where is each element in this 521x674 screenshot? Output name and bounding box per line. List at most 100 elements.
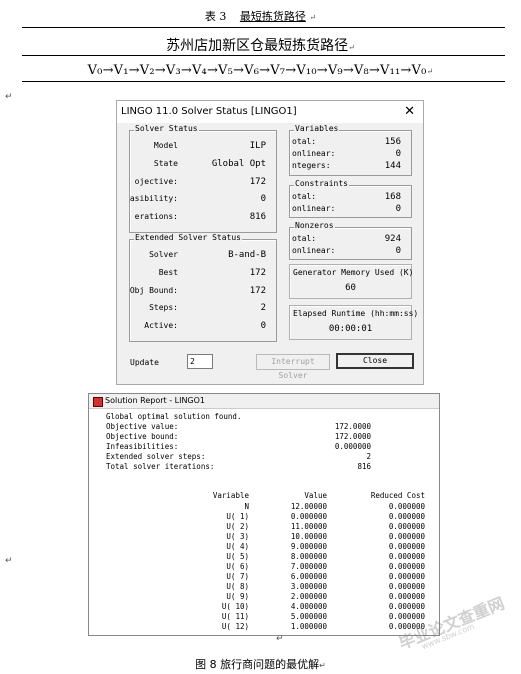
infeasibility-label: asibility: bbox=[129, 194, 178, 203]
constraints-nonlinear-value: 0 bbox=[395, 204, 401, 214]
row-variable: U( 12) bbox=[221, 622, 249, 631]
row-variable: U( 9) bbox=[226, 592, 249, 601]
nonzeros-group: Nonzeros otal: 924 onlinear: 0 bbox=[289, 221, 412, 260]
group-title: Nonzeros bbox=[294, 221, 335, 230]
constraints-total-label: otal: bbox=[292, 192, 317, 201]
row-value: 4.000000 bbox=[290, 602, 327, 611]
solver-status-window: LINGO 11.0 Solver Status [LINGO1] ✕ Solv… bbox=[116, 100, 424, 385]
report-body: Global optimal solution found. Objective… bbox=[89, 409, 439, 635]
row-value: 7.000000 bbox=[290, 562, 327, 571]
paragraph-mark: ↵ bbox=[348, 43, 355, 52]
lingo-app-icon bbox=[93, 397, 103, 407]
window-titlebar[interactable]: LINGO 11.0 Solver Status [LINGO1] ✕ bbox=[117, 101, 423, 123]
figure-caption-text: 图 8 旅行商问题的最优解 bbox=[195, 658, 320, 671]
paragraph-mark: ↵ bbox=[276, 634, 284, 644]
model-label: Model bbox=[153, 141, 178, 150]
row-value: 11.00000 bbox=[290, 522, 327, 531]
iterations-value: 816 bbox=[249, 212, 266, 222]
report-titlebar[interactable]: Solution Report - LINGO1 bbox=[89, 394, 439, 409]
constraints-nonlinear-label: onlinear: bbox=[292, 204, 336, 213]
row-variable: N bbox=[244, 502, 249, 511]
row-reduced-cost: 0.000000 bbox=[388, 502, 425, 511]
nonzeros-nonlinear-label: onlinear: bbox=[292, 246, 336, 255]
row-reduced-cost: 0.000000 bbox=[388, 522, 425, 531]
paragraph-mark: ↵ bbox=[5, 92, 13, 102]
variables-nonlinear-value: 0 bbox=[395, 149, 401, 159]
group-title: Solver Status bbox=[134, 124, 199, 133]
memory-group: Generator Memory Used (K) 60 bbox=[289, 264, 413, 299]
objective-value: 172 bbox=[249, 177, 266, 187]
variables-nonlinear-label: onlinear: bbox=[292, 149, 336, 158]
paragraph-mark: ↵ bbox=[319, 661, 326, 670]
row-value: 8.000000 bbox=[290, 552, 327, 561]
best-label: Best bbox=[158, 268, 178, 277]
group-title: Constraints bbox=[294, 179, 349, 188]
row-variable: U( 7) bbox=[226, 572, 249, 581]
iterations-label: erations: bbox=[134, 212, 178, 221]
row-value: 10.00000 bbox=[290, 532, 327, 541]
table-caption: 表 3 最短拣货路径 ↵ bbox=[0, 8, 521, 24]
paragraph-mark: ↵ bbox=[426, 67, 434, 76]
row-value: 5.000000 bbox=[290, 612, 327, 621]
row-variable: U( 2) bbox=[226, 522, 249, 531]
update-interval-input[interactable]: 2 bbox=[187, 354, 213, 369]
solver-label: Solver bbox=[149, 250, 178, 259]
header-variable: Variable bbox=[212, 491, 249, 500]
runtime-value: 00:00:01 bbox=[328, 324, 373, 334]
infeasibility-value: 0 bbox=[260, 194, 266, 204]
interrupt-solver-button[interactable]: Interrupt Solver bbox=[256, 354, 330, 380]
row-value: 9.000000 bbox=[290, 542, 327, 551]
summary-value: 2 bbox=[366, 452, 371, 461]
extended-status-group: Extended Solver Status Solver B-and-B Be… bbox=[129, 233, 277, 342]
header-reduced-cost: Reduced Cost bbox=[370, 491, 425, 500]
nonzeros-nonlinear-value: 0 bbox=[395, 246, 401, 256]
paragraph-mark: ↵ bbox=[5, 556, 13, 566]
variables-total-label: otal: bbox=[292, 137, 317, 146]
row-value: 3.000000 bbox=[290, 582, 327, 591]
row-variable: U( 11) bbox=[221, 612, 249, 621]
close-button[interactable]: Close bbox=[336, 353, 414, 369]
table-title: 苏州店加新区仓最短拣货路径↵ bbox=[0, 35, 521, 55]
row-variable: U( 1) bbox=[226, 512, 249, 521]
row-variable: U( 5) bbox=[226, 552, 249, 561]
table-caption-text: 最短拣货路径 bbox=[239, 10, 306, 23]
active-label: Active: bbox=[144, 321, 178, 330]
solver-status-group: Solver Status Model ILP State Global Opt… bbox=[129, 124, 277, 233]
state-value: Global Opt bbox=[211, 159, 266, 169]
nonzeros-total-label: otal: bbox=[292, 234, 317, 243]
constraints-total-value: 168 bbox=[384, 192, 401, 202]
close-icon[interactable]: ✕ bbox=[404, 101, 415, 123]
row-value: 1.000000 bbox=[290, 622, 327, 631]
summary-value: 0.000000 bbox=[334, 442, 371, 451]
row-variable: U( 6) bbox=[226, 562, 249, 571]
figure-caption: 图 8 旅行商问题的最优解↵ bbox=[0, 656, 521, 672]
runtime-label: Elapsed Runtime (hh:mm:ss) bbox=[293, 309, 419, 318]
obj-bound-label: Obj Bound: bbox=[129, 286, 178, 295]
active-value: 0 bbox=[260, 321, 266, 331]
variables-integers-value: 144 bbox=[384, 161, 401, 171]
table-top-rule bbox=[22, 27, 505, 28]
row-reduced-cost: 0.000000 bbox=[388, 592, 425, 601]
summary-label: Total solver iterations: bbox=[106, 462, 215, 471]
constraints-group: Constraints otal: 168 onlinear: 0 bbox=[289, 179, 412, 218]
summary-label: Objective bound: bbox=[106, 432, 179, 441]
window-title: LINGO 11.0 Solver Status [LINGO1] bbox=[121, 106, 297, 117]
row-reduced-cost: 0.000000 bbox=[388, 602, 425, 611]
variables-total-value: 156 bbox=[384, 137, 401, 147]
summary-label: Infeasibilities: bbox=[106, 442, 179, 451]
summary-value: 816 bbox=[357, 462, 371, 471]
summary-label: Extended solver steps: bbox=[106, 452, 206, 461]
steps-label: Steps: bbox=[149, 303, 178, 312]
summary-value: 172.0000 bbox=[334, 432, 371, 441]
row-value: 2.000000 bbox=[290, 592, 327, 601]
table-mid-rule bbox=[22, 55, 505, 56]
solver-value: B-and-B bbox=[228, 250, 266, 260]
variables-integers-label: ntegers: bbox=[292, 161, 331, 170]
row-reduced-cost: 0.000000 bbox=[388, 582, 425, 591]
group-title: Variables bbox=[294, 124, 340, 133]
row-reduced-cost: 0.000000 bbox=[388, 552, 425, 561]
row-reduced-cost: 0.000000 bbox=[388, 562, 425, 571]
row-value: 0.000000 bbox=[290, 512, 327, 521]
update-label: Update bbox=[130, 358, 159, 367]
nonzeros-total-value: 924 bbox=[384, 234, 401, 244]
